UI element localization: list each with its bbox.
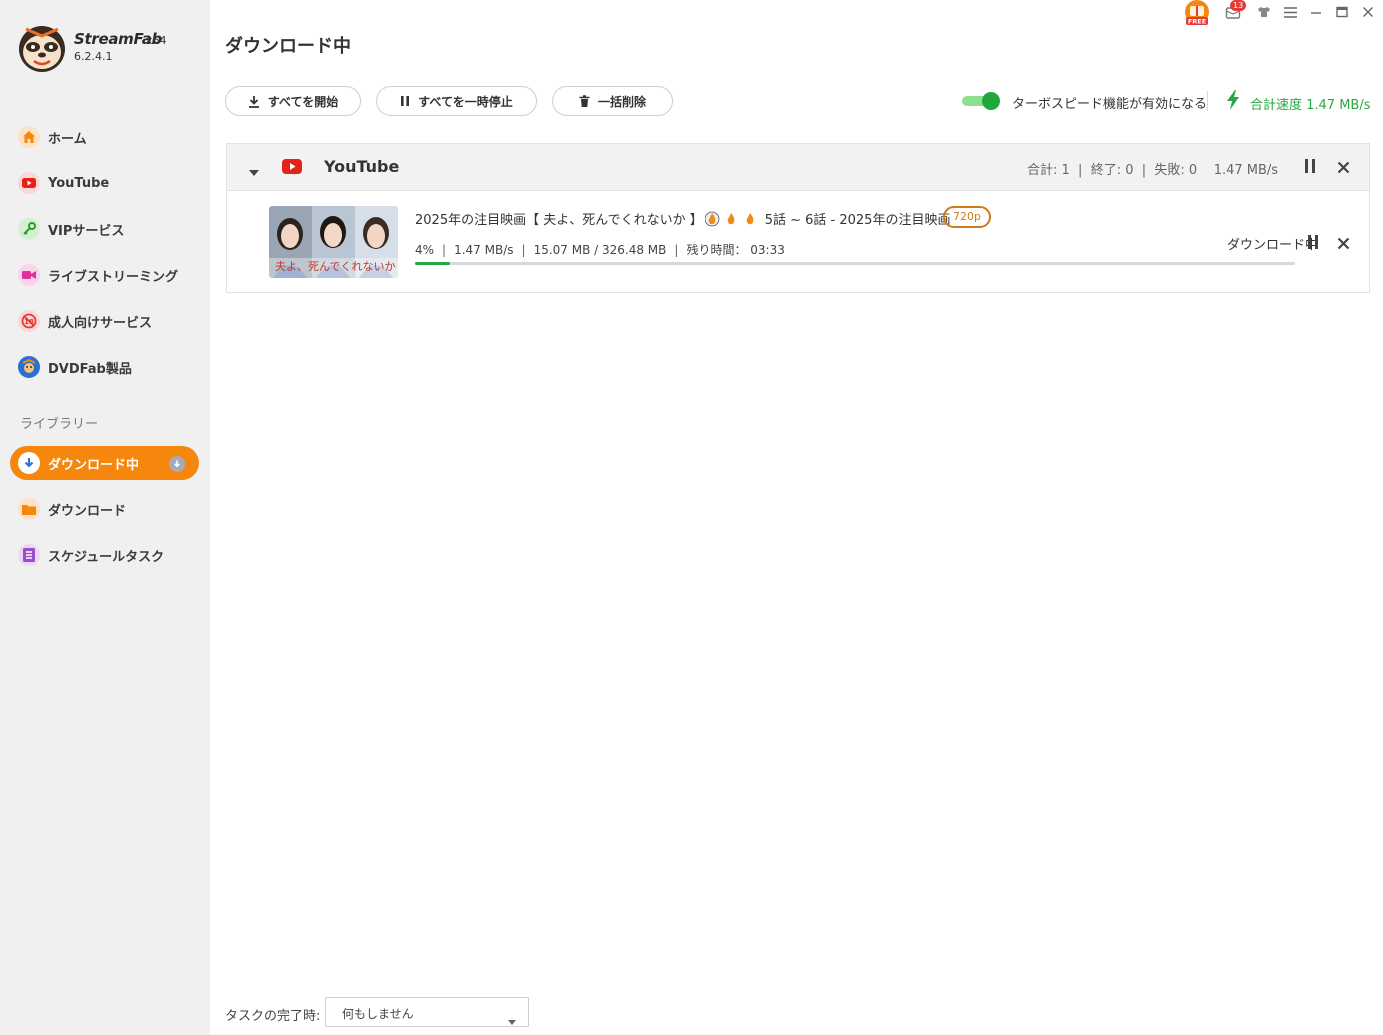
progress-percent: 4% — [415, 243, 435, 257]
chevron-down-icon — [508, 1010, 516, 1029]
minimize-icon[interactable] — [1308, 4, 1324, 20]
turbo-speed-label: ターボスピード機能が有効になる — [1012, 97, 1208, 112]
task-status: ダウンロード中 — [1227, 238, 1319, 253]
download-icon — [248, 95, 259, 108]
youtube-icon — [18, 172, 40, 194]
youtube-logo-icon — [282, 159, 302, 178]
group-pause-button[interactable] — [1304, 158, 1316, 178]
downloading-count-icon — [169, 456, 185, 472]
trash-icon — [579, 94, 590, 107]
sidebar-item-vip[interactable]: VIPサービス — [10, 212, 199, 246]
task-pause-button[interactable] — [1307, 234, 1319, 254]
sidebar-item-live-streaming[interactable]: ライブストリーミング — [10, 258, 199, 292]
sidebar-item-label: VIPサービス — [48, 223, 125, 239]
sidebar: StreamFab x64 6.2.4.1 ホーム YouTube VIPサービ… — [0, 0, 210, 1035]
sidebar-item-youtube[interactable]: YouTube — [10, 166, 199, 200]
turbo-speed-toggle[interactable] — [962, 92, 1000, 110]
task-title-suffix: 5話 ~ 6話 - 2025年の注目映画 — [764, 213, 951, 228]
maximize-icon[interactable] — [1334, 4, 1350, 20]
sidebar-item-label: ダウンロード中 — [48, 457, 140, 473]
close-icon — [1337, 237, 1350, 250]
group-name: YouTube — [324, 157, 400, 176]
adult-icon: 18 — [18, 310, 40, 332]
start-all-label: すべてを開始 — [267, 94, 339, 109]
task-complete-label: タスクの完了時: — [225, 1009, 321, 1024]
download-progress-bar — [415, 262, 1295, 265]
task-remaining: 残り時間： 03:33 — [686, 243, 785, 257]
task-complete-select-value: 何もしません — [342, 1007, 414, 1021]
task-speed: 1.47 MB/s — [454, 243, 514, 257]
delete-all-button[interactable]: 一括削除 — [552, 86, 673, 116]
group-close-button[interactable] — [1337, 159, 1350, 178]
sidebar-item-adult[interactable]: 18 成人向けサービス — [10, 304, 199, 338]
collapse-caret-icon[interactable] — [248, 162, 260, 181]
pause-icon — [401, 96, 410, 106]
streamfab-logo — [16, 23, 68, 73]
sidebar-item-downloading[interactable]: ダウンロード中 — [10, 446, 199, 480]
sidebar-item-label: スケジュールタスク — [48, 549, 165, 565]
task-size: 15.07 MB / 326.48 MB — [533, 243, 667, 257]
notification-count-badge: 13 — [1230, 0, 1247, 11]
sidebar-item-label: ホーム — [48, 131, 87, 147]
home-icon — [18, 126, 40, 148]
sidebar-item-label: YouTube — [48, 175, 110, 191]
download-task-row: 夫よ、死んでくれないか 2025年の注目映画【 夫よ、死んでくれないか 】 5話… — [227, 192, 1369, 292]
app-version: 6.2.4.1 — [74, 50, 113, 63]
dvdfab-icon — [18, 356, 40, 378]
lightning-icon — [1226, 90, 1240, 114]
fire-icon — [704, 211, 754, 226]
thumbnail-caption: 夫よ、死んでくれないか — [275, 260, 396, 273]
resolution-badge: 720p — [943, 206, 991, 228]
key-icon — [18, 218, 40, 240]
free-gift-icon[interactable]: FREE — [1183, 0, 1211, 26]
sidebar-item-label: 成人向けサービス — [48, 315, 153, 331]
pause-all-button[interactable]: すべてを一時停止 — [376, 86, 537, 116]
pause-icon — [1305, 159, 1315, 173]
pause-icon — [1308, 235, 1318, 249]
task-complete-select[interactable]: 何もしません — [325, 997, 529, 1027]
delete-all-label: 一括削除 — [597, 94, 646, 109]
svg-text:FREE: FREE — [1188, 18, 1206, 26]
sidebar-item-label: ライブストリーミング — [48, 269, 179, 285]
group-stats: 合計: 1 | 終了: 0 | 失敗: 0 1.47 MB/s — [1027, 163, 1279, 178]
sidebar-item-dvdfab[interactable]: DVDFab製品 — [10, 350, 199, 384]
folder-icon — [18, 498, 40, 520]
pause-all-label: すべてを一時停止 — [418, 94, 513, 109]
sidebar-item-downloaded[interactable]: ダウンロード — [10, 492, 199, 526]
schedule-icon — [18, 544, 40, 566]
video-thumbnail: 夫よ、死んでくれないか — [269, 206, 398, 278]
group-header: YouTube 合計: 1 | 終了: 0 | 失敗: 0 1.47 MB/s — [227, 144, 1369, 191]
total-speed-label: 合計速度 1.47 MB/s — [1250, 98, 1371, 113]
sidebar-item-label: DVDFab製品 — [48, 361, 132, 377]
download-arrow-icon — [18, 452, 40, 474]
task-meta: 4% | 1.47 MB/s | 15.07 MB / 326.48 MB | 残り時間： … — [415, 243, 785, 257]
start-all-button[interactable]: すべてを開始 — [225, 86, 361, 116]
task-close-button[interactable] — [1337, 235, 1350, 254]
sidebar-item-schedule[interactable]: スケジュールタスク — [10, 538, 199, 572]
library-section-label: ライブラリー — [20, 417, 99, 432]
camera-icon — [18, 264, 40, 286]
close-icon — [1337, 161, 1350, 174]
menu-icon[interactable] — [1282, 4, 1298, 20]
app-arch: x64 — [146, 34, 167, 47]
divider — [1207, 91, 1208, 111]
shirt-icon[interactable] — [1256, 4, 1272, 20]
sidebar-item-home[interactable]: ホーム — [10, 120, 199, 154]
close-window-icon[interactable] — [1360, 4, 1376, 20]
svg-text:18: 18 — [24, 318, 34, 326]
download-group-panel: YouTube 合計: 1 | 終了: 0 | 失敗: 0 1.47 MB/s — [226, 143, 1370, 293]
task-title: 2025年の注目映画【 夫よ、死んでくれないか 】 5話 ~ 6話 - 2025… — [415, 209, 950, 228]
progress-fill — [415, 262, 451, 265]
page-title: ダウンロード中 — [225, 36, 351, 57]
sidebar-item-label: ダウンロード — [48, 503, 127, 519]
task-title-prefix: 2025年の注目映画【 夫よ、死んでくれないか 】 — [415, 213, 703, 228]
